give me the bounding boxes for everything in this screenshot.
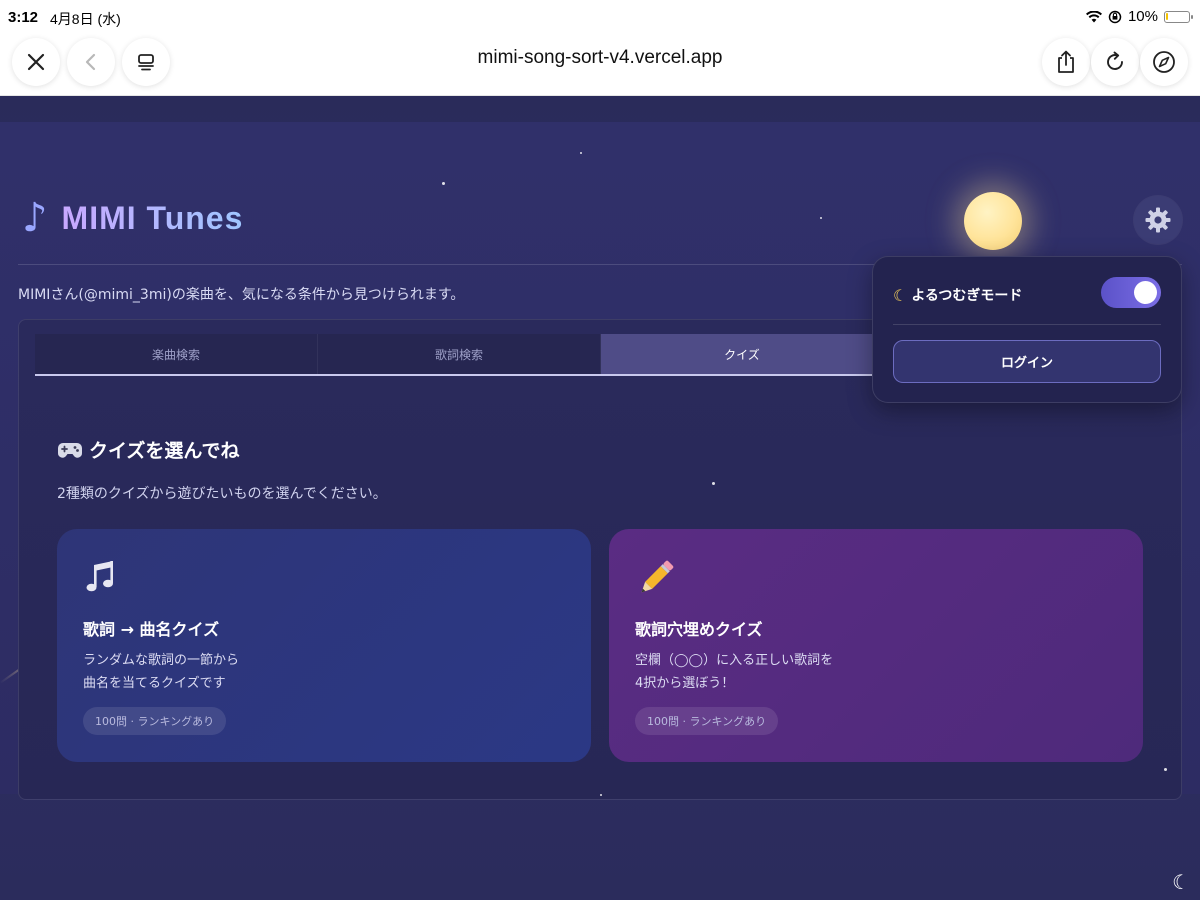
night-mode-text: よるつむぎモード bbox=[911, 288, 1023, 304]
tab-quiz[interactable]: クイズ bbox=[601, 334, 884, 374]
quiz-card-description: ランダムな歌詞の一節から bbox=[83, 653, 240, 668]
url-bar[interactable]: mimi-song-sort-v4.vercel.app bbox=[0, 47, 1200, 69]
compass-icon bbox=[1153, 51, 1175, 73]
login-button[interactable]: ログイン bbox=[893, 340, 1161, 383]
orientation-lock-icon bbox=[1108, 10, 1122, 23]
wifi-icon bbox=[1085, 10, 1102, 22]
app-title: MIMI Tunes bbox=[61, 199, 244, 236]
pencil-icon bbox=[635, 559, 675, 605]
star-decoration bbox=[712, 482, 715, 485]
reload-button[interactable] bbox=[1091, 38, 1139, 86]
share-button[interactable] bbox=[1042, 38, 1090, 86]
quiz-card-badge: 100問 · ランキングあり bbox=[635, 707, 779, 735]
app-brand: ♪ MIMI Tunes bbox=[22, 198, 243, 238]
app-container: ♪ MIMI Tunes MIMIさん(@mimi_3mi)の楽曲を、気になる条… bbox=[0, 122, 1200, 800]
reload-icon bbox=[1107, 51, 1123, 70]
star-decoration bbox=[820, 217, 822, 219]
quiz-heading-text: クイズを選んでね bbox=[89, 440, 240, 462]
browser-menu-button[interactable] bbox=[1140, 38, 1188, 86]
quiz-card-badge: 100問 · ランキングあり bbox=[83, 707, 227, 735]
tab-lyrics-search[interactable]: 歌詞検索 bbox=[318, 334, 601, 374]
battery-icon bbox=[1164, 10, 1193, 23]
status-bar: 3:12 4月8日 (水) 10% bbox=[0, 0, 1200, 34]
quiz-card-description: 曲名を当てるクイズです bbox=[83, 676, 226, 691]
lyrics-to-title-quiz-card[interactable]: 歌詞 → 曲名クイズ ランダムな歌詞の一節から 曲名を当てるクイズです 100問… bbox=[57, 529, 591, 762]
night-mode-toggle[interactable] bbox=[1101, 277, 1161, 308]
status-time: 3:12 bbox=[8, 9, 39, 26]
moon-icon: ☾ bbox=[893, 285, 908, 305]
musical-notes-icon bbox=[83, 559, 119, 601]
battery-percent: 10% bbox=[1127, 8, 1158, 25]
music-note-icon: ♪ bbox=[22, 195, 48, 241]
star-decoration bbox=[1164, 768, 1167, 771]
status-right: 10% bbox=[1085, 8, 1193, 25]
quiz-subtitle: 2種類のクイズから遊びたいものを選んでください。 bbox=[57, 486, 387, 502]
popover-divider bbox=[893, 324, 1161, 325]
moon-decoration bbox=[964, 192, 1022, 250]
share-icon bbox=[1058, 50, 1074, 73]
browser-toolbar: mimi-song-sort-v4.vercel.app bbox=[0, 34, 1200, 96]
night-mode-label: ☾ よるつむぎモード bbox=[893, 285, 1022, 305]
gear-icon bbox=[1145, 207, 1171, 233]
star-decoration bbox=[600, 794, 602, 796]
settings-button[interactable] bbox=[1134, 196, 1182, 244]
quiz-heading: クイズを選んでね bbox=[57, 436, 239, 463]
settings-popover: ☾ よるつむぎモード ログイン bbox=[872, 256, 1182, 403]
quiz-card-description: 4択から選ぼう！ bbox=[635, 676, 735, 691]
web-page: ♪ MIMI Tunes MIMIさん(@mimi_3mi)の楽曲を、気になる条… bbox=[0, 96, 1200, 900]
lyrics-fill-blank-quiz-card[interactable]: 歌詞穴埋めクイズ 空欄（◯◯）に入る正しい歌詞を 4択から選ぼう！ 100問 ·… bbox=[609, 529, 1143, 762]
star-decoration bbox=[442, 182, 445, 185]
toggle-knob bbox=[1134, 281, 1157, 304]
star-decoration bbox=[580, 152, 582, 154]
status-date: 4月8日 (水) bbox=[50, 11, 121, 27]
moon-icon: ☾ bbox=[1172, 870, 1190, 894]
game-controller-icon bbox=[57, 442, 83, 458]
quiz-card-title: 歌詞 → 曲名クイズ bbox=[83, 620, 220, 639]
tab-song-search[interactable]: 楽曲検索 bbox=[35, 334, 318, 374]
quiz-card-title: 歌詞穴埋めクイズ bbox=[635, 620, 763, 639]
quiz-card-description: 空欄（◯◯）に入る正しい歌詞を bbox=[635, 653, 834, 668]
app-description: MIMIさん(@mimi_3mi)の楽曲を、気になる条件から見つけられます。 bbox=[18, 287, 465, 303]
